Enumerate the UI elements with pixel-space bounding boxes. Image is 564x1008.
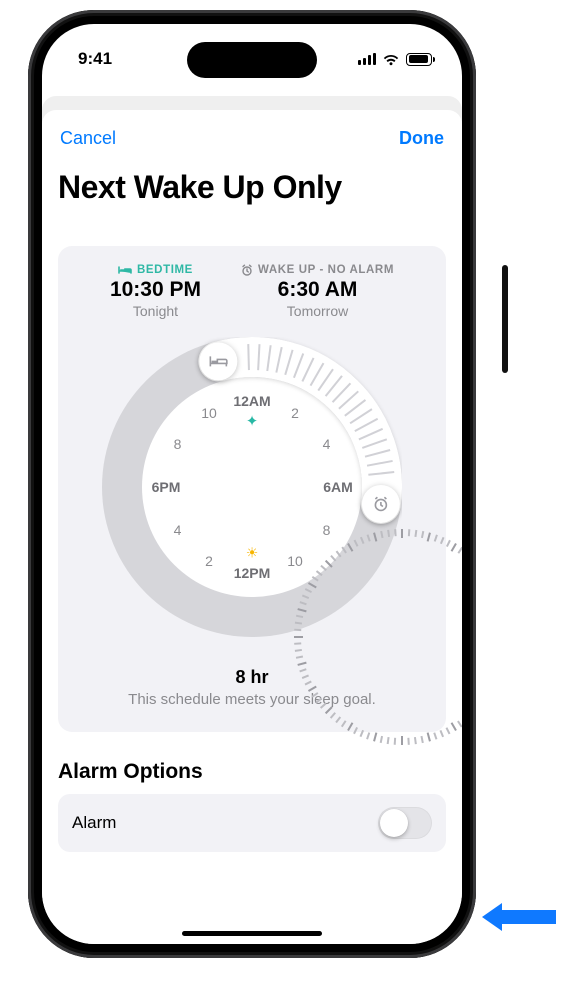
alarm-options-heading: Alarm Options bbox=[58, 760, 446, 784]
bedtime-sub: Tonight bbox=[110, 303, 201, 319]
alarm-row-label: Alarm bbox=[72, 813, 116, 833]
modal-sheet: Cancel Done Next Wake Up Only BEDTIME 10… bbox=[42, 110, 462, 944]
cancel-button[interactable]: Cancel bbox=[58, 124, 118, 153]
cellular-signal-icon bbox=[358, 53, 376, 65]
phone-frame: 9:41 Cancel Done Next Wake Up Only bbox=[28, 10, 476, 958]
sleep-arc[interactable] bbox=[102, 337, 402, 637]
bedtime-column: BEDTIME 10:30 PM Tonight bbox=[110, 264, 201, 319]
alarm-icon bbox=[241, 264, 253, 276]
wakeup-handle[interactable] bbox=[362, 485, 400, 523]
wakeup-label: WAKE UP - NO ALARM bbox=[258, 264, 394, 276]
page-title: Next Wake Up Only bbox=[58, 169, 446, 206]
bedtime-label: BEDTIME bbox=[137, 264, 193, 276]
done-button[interactable]: Done bbox=[397, 124, 446, 153]
wakeup-column: WAKE UP - NO ALARM 6:30 AM Tomorrow bbox=[241, 264, 394, 319]
bed-icon bbox=[118, 265, 132, 275]
bedtime-value: 10:30 PM bbox=[110, 278, 201, 302]
schedule-card: BEDTIME 10:30 PM Tonight WAKE UP - NO AL… bbox=[58, 246, 446, 732]
annotation-arrow bbox=[480, 900, 558, 934]
battery-icon bbox=[406, 53, 432, 66]
sleep-goal-text: This schedule meets your sleep goal. bbox=[70, 691, 434, 708]
bedtime-handle[interactable] bbox=[199, 342, 237, 380]
power-button bbox=[502, 265, 508, 373]
sleep-dial[interactable]: 12AM246AM81012PM246PM810 ✦ ☀ bbox=[102, 337, 402, 637]
alarm-switch[interactable] bbox=[378, 807, 432, 839]
home-indicator[interactable] bbox=[182, 931, 322, 936]
wakeup-sub: Tomorrow bbox=[241, 303, 394, 319]
nav-bar: Cancel Done bbox=[58, 124, 446, 153]
dynamic-island bbox=[187, 42, 317, 78]
sleep-duration: 8 hr bbox=[70, 667, 434, 688]
sleep-goal-block: 8 hr This schedule meets your sleep goal… bbox=[70, 667, 434, 708]
alarm-toggle-row[interactable]: Alarm bbox=[58, 794, 446, 852]
screen: 9:41 Cancel Done Next Wake Up Only bbox=[42, 24, 462, 944]
wakeup-value: 6:30 AM bbox=[241, 278, 394, 302]
status-time: 9:41 bbox=[78, 49, 112, 69]
wifi-icon bbox=[382, 53, 400, 66]
